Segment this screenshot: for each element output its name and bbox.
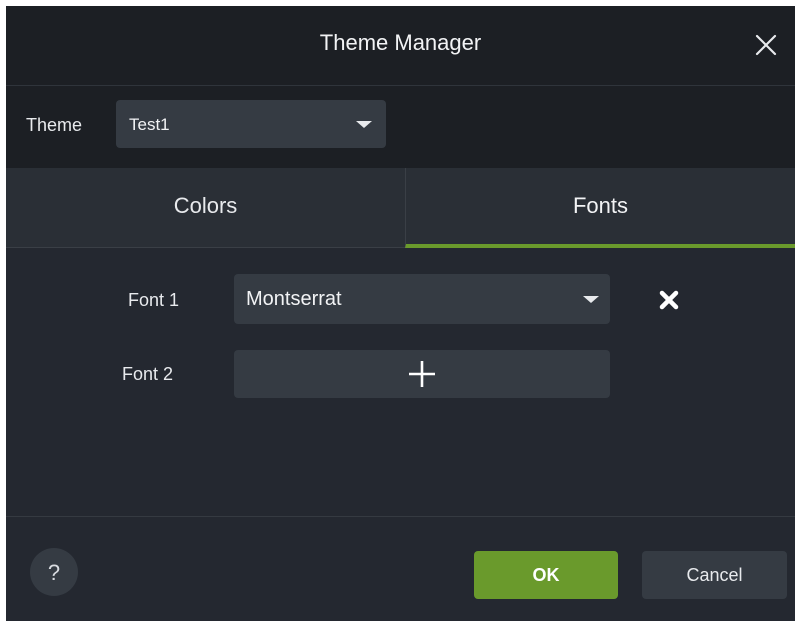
tab-colors[interactable]: Colors <box>6 168 405 248</box>
caret-down-icon <box>583 296 599 303</box>
remove-x-icon <box>659 290 679 310</box>
cancel-button[interactable]: Cancel <box>642 551 787 599</box>
tab-fonts[interactable]: Fonts <box>405 168 795 248</box>
font1-label: Font 1 <box>128 290 180 310</box>
font1-dropdown[interactable]: Montserrat <box>234 274 610 324</box>
close-button[interactable] <box>753 32 779 58</box>
close-icon <box>755 34 777 56</box>
tab-bar: Colors Fonts <box>6 168 795 248</box>
help-button[interactable]: ? <box>30 548 78 596</box>
font1-dropdown-value: Montserrat <box>246 288 342 310</box>
fonts-panel: Font 1 Montserrat Font 2 <box>6 248 795 516</box>
title-bar: Theme Manager <box>6 6 795 86</box>
dialog-title: Theme Manager <box>319 30 482 55</box>
remove-font1-button[interactable] <box>657 288 681 312</box>
theme-dropdown-value: Test1 <box>129 115 170 134</box>
theme-label: Theme <box>26 115 83 135</box>
theme-row: Theme Test1 <box>6 86 795 168</box>
add-font2-button[interactable] <box>234 350 610 398</box>
help-icon: ? <box>47 560 61 585</box>
ok-button[interactable]: OK <box>474 551 618 599</box>
font2-label: Font 2 <box>122 364 174 384</box>
caret-down-icon <box>356 121 372 128</box>
theme-manager-dialog: Theme Manager Theme Test1 Colors Fonts F… <box>6 6 795 621</box>
dialog-footer: ? OK Cancel <box>6 516 795 621</box>
plus-icon <box>409 361 435 387</box>
theme-dropdown[interactable]: Test1 <box>116 100 386 148</box>
